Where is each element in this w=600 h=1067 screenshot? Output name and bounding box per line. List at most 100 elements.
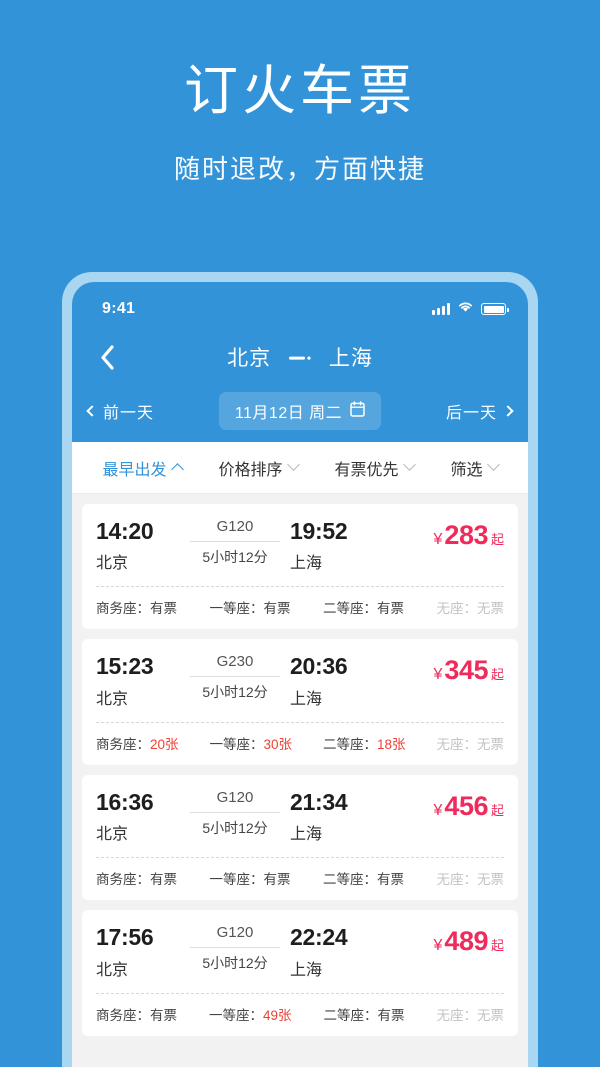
arrive-block: 20:36 上海 [290, 653, 374, 708]
train-summary: 14:20 北京 G120 5小时12分 19:52 上海 ¥283 起 [96, 518, 504, 573]
seat-class-name: 商务座 [96, 1007, 137, 1023]
seat-class-value: 有票 [150, 1007, 177, 1023]
seat-class-item: 一等座：30张 [209, 736, 293, 752]
card-divider [96, 857, 504, 859]
filter-1[interactable]: 最早出发 [102, 456, 184, 480]
depart-time: 15:23 [96, 653, 154, 680]
seat-class-item: 无座：无票 [436, 872, 505, 888]
trip-duration: 5小时12分 [202, 549, 268, 565]
seat-class-item: 无座：无票 [436, 601, 505, 617]
divider [190, 811, 280, 813]
seat-class-value: 30张 [263, 736, 293, 752]
seat-class-item: 一等座：49张 [208, 1007, 292, 1023]
currency-symbol: ¥ [433, 666, 443, 684]
seat-class-value: 有票 [263, 601, 291, 617]
filter-4[interactable]: 筛选 [450, 456, 500, 480]
prev-day-label: 前一天 [103, 405, 155, 422]
chevron-left-icon [86, 405, 98, 417]
seat-class-name: 二等座 [323, 872, 364, 888]
seat-class-value: 49张 [262, 1007, 292, 1023]
arrive-block: 22:24 上海 [290, 924, 374, 979]
price-suffix: 起 [490, 667, 504, 683]
back-button[interactable] [92, 342, 122, 372]
chevron-up-icon [170, 463, 184, 476]
seat-availability-row: 商务座：有票 一等座：有票 二等座：有票 无座：无票 [96, 597, 504, 617]
seat-class-value: 有票 [377, 1007, 405, 1023]
ticket-price: ¥489 起 [434, 926, 504, 956]
train-list: 14:20 北京 G120 5小时12分 19:52 上海 ¥283 起商务座：有票 一等座：有… [72, 494, 528, 1036]
seat-class-value: 无票 [477, 601, 504, 617]
card-divider [96, 721, 504, 723]
route-title: 北京 上海 [72, 342, 528, 372]
train-info-block: G120 5小时12分 [180, 518, 290, 567]
prev-day-button[interactable]: 前一天 [86, 399, 155, 423]
train-card[interactable]: 17:56 北京 G120 5小时12分 22:24 上海 ¥489 起商务座：有票 一等座：4… [82, 910, 518, 1036]
seat-class-name: 商务座 [96, 872, 137, 888]
seat-class-value: 无票 [477, 736, 504, 752]
arrive-station: 上海 [290, 826, 323, 844]
seat-class-item: 商务座：有票 [96, 601, 177, 617]
seat-class-item: 无座：无票 [436, 736, 505, 752]
train-number: G120 [216, 788, 254, 806]
price-block: ¥489 起 [374, 924, 504, 957]
phone-screen: 9:41 北京 上海 前一天 11月12日 周二 后一天 最早出发 价格排序 有… [72, 282, 528, 1067]
trip-duration: 5小时12分 [202, 684, 268, 701]
seat-class-item: 一等座：有票 [209, 601, 291, 617]
price-block: ¥283 起 [374, 518, 504, 551]
price-suffix: 起 [490, 938, 504, 954]
trip-duration: 5小时12分 [202, 955, 268, 972]
seat-availability-row: 商务座：有票 一等座：49张 二等座：有票 无座：无票 [96, 1004, 504, 1024]
filter-bar: 最早出发 价格排序 有票优先 筛选 [72, 442, 528, 494]
status-bar: 9:41 [72, 282, 528, 328]
filter-label: 有票优先 [334, 461, 399, 479]
seat-class-item: 二等座：有票 [323, 872, 404, 888]
route-destination: 上海 [328, 347, 373, 370]
filter-2[interactable]: 价格排序 [218, 456, 300, 480]
page-subtitle: 随时退改，方面快捷 [173, 154, 426, 185]
train-info-block: G120 5小时12分 [180, 789, 290, 838]
depart-block: 15:23 北京 [96, 653, 180, 708]
seat-class-item: 商务座：有票 [96, 1007, 177, 1023]
depart-block: 17:56 北京 [96, 924, 180, 979]
seat-class-name: 二等座 [323, 736, 364, 752]
arrive-block: 19:52 上海 [290, 518, 374, 573]
route-origin: 北京 [227, 347, 272, 370]
depart-block: 14:20 北京 [96, 518, 180, 573]
seat-class-name: 无座 [436, 736, 464, 752]
depart-time: 14:20 [96, 518, 154, 544]
date-picker-button[interactable]: 11月12日 周二 [218, 392, 382, 430]
hero-banner: 订火车票 随时退改，方面快捷 [0, 0, 600, 272]
divider [190, 676, 280, 678]
seat-class-item: 二等座：有票 [323, 1007, 405, 1023]
chevron-down-icon [402, 458, 416, 471]
seat-class-name: 无座 [436, 872, 464, 888]
seat-class-name: 二等座 [323, 1007, 365, 1023]
price-amount: 345 [444, 655, 488, 686]
seat-class-name: 一等座 [209, 872, 251, 888]
next-day-button[interactable]: 后一天 [446, 399, 514, 423]
battery-icon [481, 303, 509, 315]
seat-class-value: 有票 [377, 601, 404, 617]
seat-class-name: 商务座 [96, 736, 137, 752]
train-card[interactable]: 15:23 北京 G230 5小时12分 20:36 上海 ¥345 起商务座：20张 一等座：… [82, 639, 518, 765]
train-card[interactable]: 14:20 北京 G120 5小时12分 19:52 上海 ¥283 起商务座：有票 一等座：有… [82, 504, 518, 630]
seat-availability-row: 商务座：有票 一等座：有票 二等座：有票 无座：无票 [96, 868, 504, 888]
signal-icon [432, 303, 450, 315]
price-block: ¥456 起 [374, 789, 504, 822]
depart-station: 北京 [96, 555, 129, 573]
depart-time: 16:36 [96, 788, 154, 815]
train-info-block: G230 5小时12分 [180, 653, 290, 702]
price-suffix: 起 [490, 532, 504, 547]
depart-station: 北京 [96, 826, 129, 844]
seat-class-value: 无票 [477, 872, 504, 888]
seat-class-value: 有票 [263, 872, 291, 888]
ticket-price: ¥456 起 [434, 791, 504, 821]
filter-3[interactable]: 有票优先 [334, 456, 416, 480]
seat-class-name: 无座 [436, 1007, 464, 1023]
seat-availability-row: 商务座：20张 一等座：30张 二等座：18张 无座：无票 [96, 733, 504, 753]
status-time: 9:41 [102, 300, 136, 317]
page-title: 订火车票 [184, 61, 416, 121]
chevron-left-icon [100, 344, 114, 370]
train-card[interactable]: 16:36 北京 G120 5小时12分 21:34 上海 ¥456 起商务座：有票 一等座：有… [82, 774, 518, 901]
arrive-time: 22:24 [290, 924, 348, 951]
